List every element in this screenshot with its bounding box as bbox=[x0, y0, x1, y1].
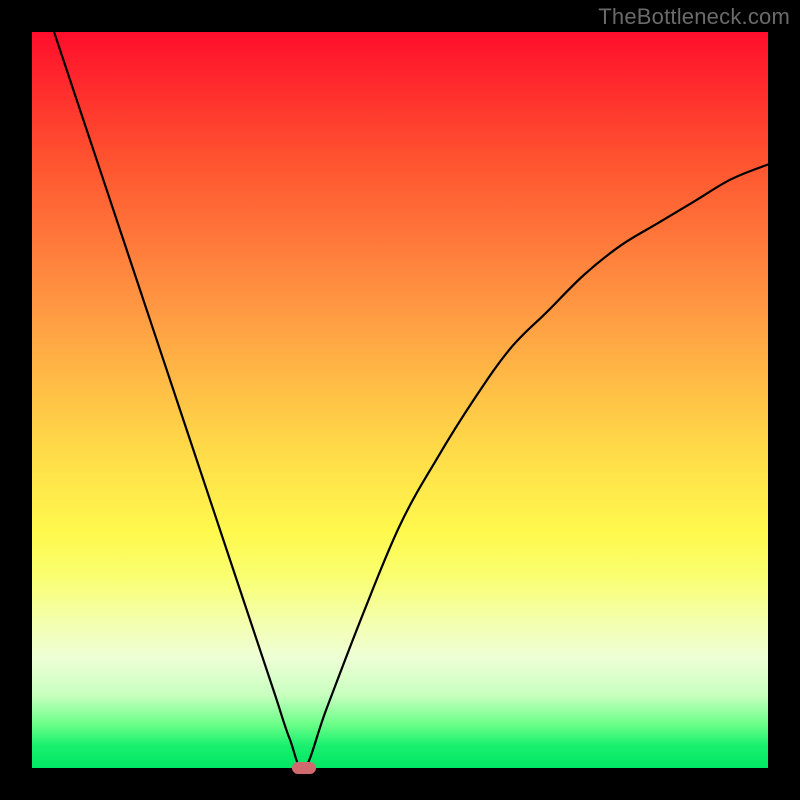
bottleneck-curve-path bbox=[54, 32, 768, 768]
plot-area bbox=[32, 32, 768, 768]
minimum-marker bbox=[292, 762, 316, 774]
chart-container: TheBottleneck.com bbox=[0, 0, 800, 800]
watermark-text: TheBottleneck.com bbox=[598, 4, 790, 30]
curve-svg bbox=[32, 32, 768, 768]
